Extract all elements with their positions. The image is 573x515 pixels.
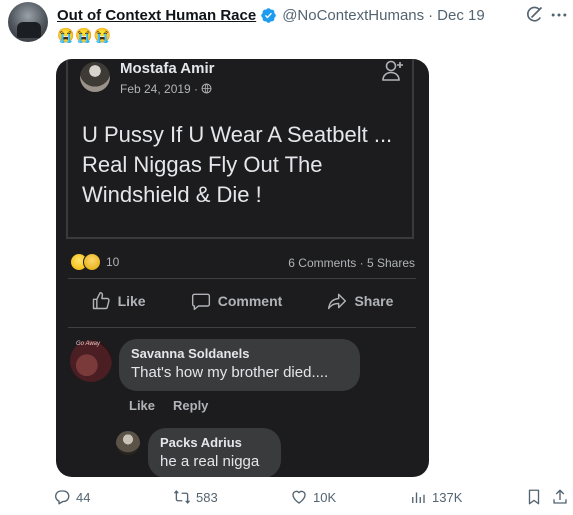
tweet-date[interactable]: Dec 19	[437, 7, 485, 24]
commenter-name: Savanna Soldanels	[131, 346, 250, 361]
reply-text: he a real nigga	[160, 453, 260, 470]
comment-bubble: Savanna Soldanels That's how my brother …	[119, 339, 360, 391]
bookmark-icon	[528, 489, 540, 505]
reply-icon	[55, 490, 70, 505]
verified-badge-icon	[261, 7, 276, 23]
share-button[interactable]	[551, 488, 573, 506]
like-count: 10K	[313, 489, 337, 505]
reaction-summary: 10	[70, 253, 119, 271]
globe-icon	[201, 83, 212, 94]
fb-post-text: U Pussy If U Wear A Seatbelt ... Real Ni…	[82, 122, 393, 207]
comment-like-link: Like	[129, 398, 156, 413]
retweet-count: 583	[196, 489, 218, 505]
views-count: 137K	[432, 489, 463, 505]
heart-icon	[292, 490, 306, 504]
more-icon[interactable]	[549, 5, 569, 25]
tweet-header: Out of Context Human Race @NoContextHuma…	[57, 5, 485, 25]
reply-author-name: Packs Adrius	[160, 435, 242, 450]
fb-post-date: Feb 24, 2019 ·	[120, 82, 212, 96]
fb-author-avatar	[80, 62, 110, 92]
comments-shares-count: 6 Comments · 5 Shares	[288, 256, 415, 270]
comment-actions: Like Reply	[129, 398, 208, 413]
reply-bubble: Packs Adrius he a real nigga	[148, 428, 281, 477]
avatar-caption: Go Away	[76, 341, 101, 347]
author-handle[interactable]: @NoContextHumans	[282, 7, 424, 24]
sad-reaction-icon	[83, 253, 101, 271]
fb-action-bar: Like Comment Share	[68, 291, 416, 311]
retweet-icon	[173, 490, 191, 504]
like-button[interactable]: 10K	[290, 488, 336, 506]
grok-icon[interactable]	[524, 5, 544, 25]
thumbs-up-icon	[92, 291, 110, 310]
add-friend-icon	[382, 60, 403, 81]
fb-comment-action: Comment	[191, 291, 282, 311]
tweet-text: 😭😭😭	[57, 27, 113, 43]
reply-button[interactable]: 44	[53, 488, 90, 506]
divider	[68, 278, 416, 279]
author-name[interactable]: Out of Context Human Race	[57, 7, 256, 24]
share-icon	[553, 489, 567, 504]
separator-dot: ·	[428, 6, 434, 24]
fb-author-name: Mostafa Amir	[120, 60, 215, 77]
bookmark-button[interactable]	[525, 488, 548, 506]
comment-bubble-icon	[191, 293, 210, 311]
reply-count: 44	[76, 489, 91, 505]
comment-reply-link: Reply	[173, 398, 209, 413]
author-avatar[interactable]	[8, 2, 48, 42]
share-arrow-icon	[328, 293, 347, 310]
reaction-count: 10	[106, 255, 120, 269]
views-button[interactable]: 137K	[409, 488, 462, 506]
retweet-button[interactable]: 583	[173, 488, 218, 506]
fb-like-action: Like	[91, 291, 146, 311]
tweet-media-image[interactable]: Mostafa Amir Feb 24, 2019 · U Pussy If U…	[56, 59, 429, 477]
comment-text: That's how my brother died....	[131, 364, 329, 381]
fb-share-action: Share	[327, 291, 393, 311]
views-chart-icon	[412, 492, 425, 503]
reply-avatar	[116, 431, 140, 455]
tweet-action-bar: 44 583 10K 137K	[53, 488, 573, 512]
divider	[68, 327, 416, 328]
